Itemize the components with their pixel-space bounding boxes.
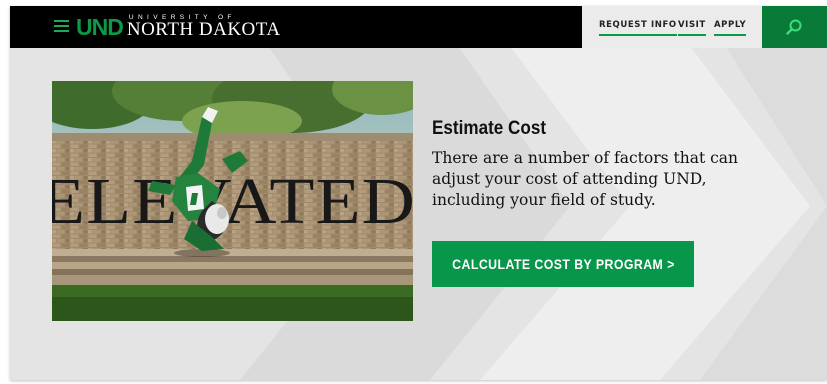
section-title: Estimate Cost (432, 118, 547, 139)
calculate-cost-label: CALCULATE COST BY PROGRAM > (451, 256, 675, 272)
calculate-cost-button[interactable]: CALCULATE COST BY PROGRAM > (432, 241, 694, 287)
und-logo[interactable]: UND UNIVERSITY OF NORTH DAKOTA (76, 14, 281, 40)
page-frame: UND UNIVERSITY OF NORTH DAKOTA REQUEST I… (10, 6, 827, 380)
utility-nav: REQUEST INFO VISIT APPLY (582, 6, 762, 48)
sign-text: ELEVATED (52, 165, 413, 238)
logo-mark: UND (76, 13, 124, 40)
request-info-link[interactable]: REQUEST INFO (599, 20, 677, 36)
estimate-cost-section: Estimate Cost There are a number of fact… (432, 118, 772, 211)
hero-photo: ELEVATED (52, 81, 413, 321)
search-button[interactable] (762, 6, 827, 48)
apply-link[interactable]: APPLY (714, 20, 747, 36)
visit-link[interactable]: VISIT (678, 20, 706, 36)
logo-name: NORTH DAKOTA (126, 19, 281, 41)
menu-icon[interactable] (54, 20, 69, 34)
search-icon (786, 19, 802, 35)
site-header: UND UNIVERSITY OF NORTH DAKOTA REQUEST I… (10, 6, 827, 48)
logo-wordmark: UNIVERSITY OF NORTH DAKOTA (126, 14, 281, 41)
section-description: There are a number of factors that can a… (432, 149, 739, 209)
